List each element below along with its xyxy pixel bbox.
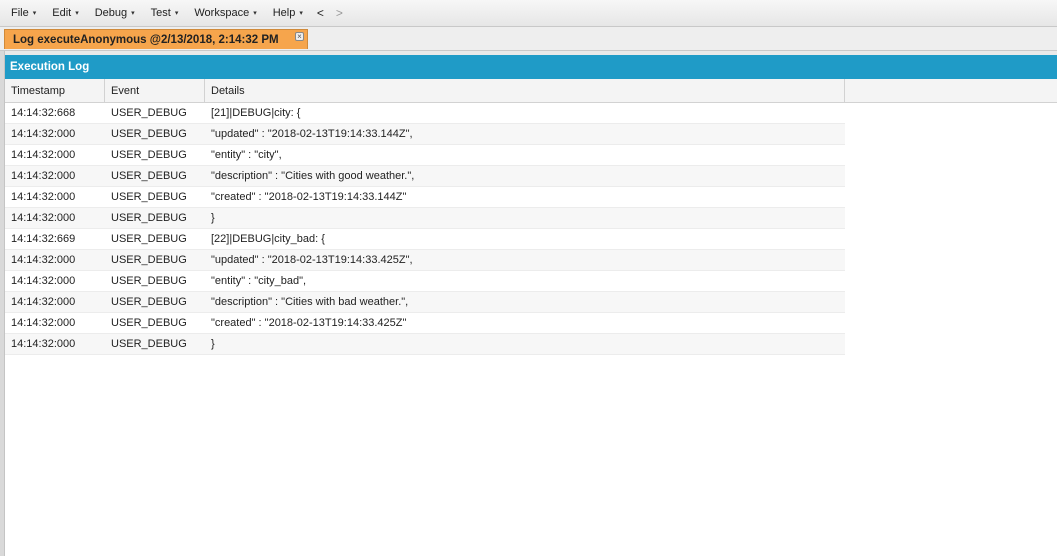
cell-details: } — [211, 338, 215, 350]
menu-help-label: Help — [272, 7, 296, 19]
cell-details: "description" : "Cities with bad weather… — [211, 296, 409, 308]
grid-body: 14:14:32:668 USER_DEBUG [21]|DEBUG|city: {… — [5, 103, 845, 355]
cell-timestamp: 14:14:32:000 — [11, 275, 76, 287]
cell-timestamp: 14:14:32:000 — [11, 128, 76, 140]
cell-event: USER_DEBUG — [111, 191, 187, 203]
menu-test-label: Test — [150, 7, 171, 19]
cell-details: [21]|DEBUG|city: { — [211, 107, 301, 119]
panel-title: Execution Log — [5, 55, 1057, 79]
table-row[interactable]: 14:14:32:000 USER_DEBUG "description" : "C… — [5, 166, 845, 187]
tab-execution-log[interactable]: Log executeAnonymous @2/13/2018, 2:14:32… — [4, 29, 308, 49]
cell-details: "entity" : "city", — [211, 149, 282, 161]
caret-down-icon: ▾ — [75, 10, 79, 17]
cell-details: "updated" : "2018-02-13T19:14:33.144Z", — [211, 128, 413, 140]
caret-down-icon: ▾ — [174, 10, 179, 17]
column-header-details[interactable]: Details — [205, 79, 845, 103]
back-arrow-icon[interactable]: < — [311, 6, 330, 20]
caret-down-icon: ▾ — [32, 10, 37, 17]
table-row[interactable]: 14:14:32:000 USER_DEBUG "description" : "C… — [5, 292, 845, 313]
table-row[interactable]: 14:14:32:669 USER_DEBUG [22]|DEBUG|city_ba… — [5, 229, 845, 250]
cell-event: USER_DEBUG — [111, 128, 187, 140]
cell-timestamp: 14:14:32:000 — [11, 149, 76, 161]
menu-debug[interactable]: Debug ▾ — [87, 3, 143, 23]
cell-event: USER_DEBUG — [111, 170, 187, 182]
menu-debug-label: Debug — [94, 7, 128, 19]
cell-timestamp: 14:14:32:000 — [11, 254, 76, 266]
cell-timestamp: 14:14:32:000 — [11, 296, 76, 308]
table-row[interactable]: 14:14:32:000 USER_DEBUG} — [5, 208, 845, 229]
menu-help[interactable]: Help ▾ — [265, 3, 311, 23]
menu-workspace-label: Workspace — [194, 7, 250, 19]
table-row[interactable]: 14:14:32:000 USER_DEBUG "updated" : "2018-… — [5, 250, 845, 271]
close-icon[interactable]: × — [295, 32, 304, 41]
cell-event: USER_DEBUG — [111, 212, 187, 224]
menu-test[interactable]: Test ▾ — [143, 3, 187, 23]
cell-details: "updated" : "2018-02-13T19:14:33.425Z", — [211, 254, 413, 266]
cell-event: USER_DEBUG — [111, 233, 187, 245]
menu-file[interactable]: File ▾ — [3, 3, 44, 23]
cell-event: USER_DEBUG — [111, 149, 187, 161]
tab-title: Log executeAnonymous @2/13/2018, 2:14:32… — [13, 33, 279, 46]
grid-header: Timestamp Event Details — [5, 79, 1057, 103]
table-row[interactable]: 14:14:32:000 USER_DEBUG "updated" : "2018-… — [5, 124, 845, 145]
table-row[interactable]: 14:14:32:000 USER_DEBUG "entity" : "city_b… — [5, 271, 845, 292]
cell-timestamp: 14:14:32:669 — [11, 233, 76, 245]
cell-timestamp: 14:14:32:000 — [11, 338, 76, 350]
cell-details: "entity" : "city_bad", — [211, 275, 307, 287]
cell-event: USER_DEBUG — [111, 338, 187, 350]
caret-down-icon: ▾ — [299, 10, 303, 17]
menu-edit-label: Edit — [52, 7, 72, 19]
table-row[interactable]: 14:14:32:000 USER_DEBUG "entity" : "city", — [5, 145, 845, 166]
column-header-timestamp[interactable]: Timestamp — [5, 79, 105, 103]
caret-down-icon: ▾ — [131, 10, 135, 17]
cell-details: "created" : "2018-02-13T19:14:33.144Z" — [211, 191, 407, 203]
forward-arrow-icon[interactable]: > — [330, 6, 349, 20]
cell-timestamp: 14:14:32:000 — [11, 191, 76, 203]
tab-bar: Log executeAnonymous @2/13/2018, 2:14:32… — [0, 27, 1057, 51]
cell-timestamp: 14:14:32:000 — [11, 317, 76, 329]
cell-event: USER_DEBUG — [111, 107, 187, 119]
menu-workspace[interactable]: Workspace ▾ — [186, 3, 264, 23]
menu-edit[interactable]: Edit ▾ — [44, 3, 86, 23]
cell-details: } — [211, 212, 215, 224]
cell-event: USER_DEBUG — [111, 296, 187, 308]
caret-down-icon: ▾ — [253, 10, 257, 17]
execution-log-panel: Execution Log Timestamp Event Details 14… — [5, 51, 1057, 556]
column-header-event[interactable]: Event — [105, 79, 205, 103]
menu-file-label: File — [11, 7, 29, 19]
cell-timestamp: 14:14:32:668 — [11, 107, 76, 119]
cell-timestamp: 14:14:32:000 — [11, 170, 76, 182]
table-row[interactable]: 14:14:32:000 USER_DEBUG} — [5, 334, 845, 355]
table-row[interactable]: 14:14:32:668 USER_DEBUG [21]|DEBUG|city: { — [5, 103, 845, 124]
cell-details: "created" : "2018-02-13T19:14:33.425Z" — [211, 317, 407, 329]
cell-event: USER_DEBUG — [111, 317, 187, 329]
cell-details: "description" : "Cities with good weathe… — [211, 170, 415, 182]
cell-event: USER_DEBUG — [111, 275, 187, 287]
table-row[interactable]: 14:14:32:000 USER_DEBUG "created" : "2018-… — [5, 187, 845, 208]
cell-event: USER_DEBUG — [111, 254, 187, 266]
table-row[interactable]: 14:14:32:000 USER_DEBUG "created" : "2018-… — [5, 313, 845, 334]
cell-timestamp: 14:14:32:000 — [11, 212, 76, 224]
menu-bar: File ▾ Edit ▾ Debug ▾ Test ▾ Workspace ▾… — [0, 0, 1057, 27]
cell-details: [22]|DEBUG|city_bad: { — [211, 233, 325, 245]
